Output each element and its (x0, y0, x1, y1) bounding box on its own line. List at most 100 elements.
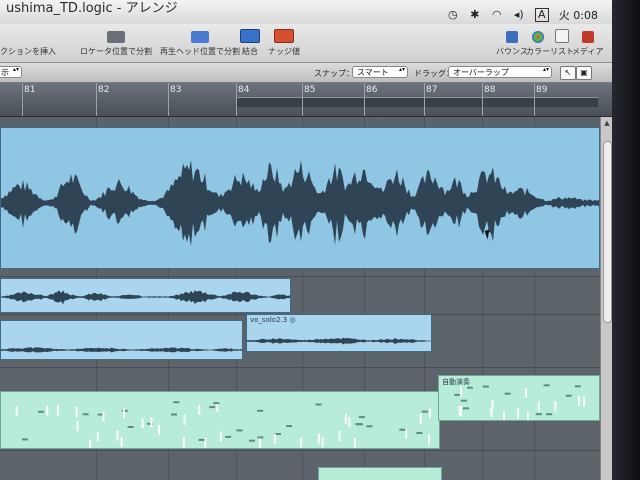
split-at-locator-icon (107, 31, 125, 43)
media-icon (581, 31, 594, 43)
drag-mode-popup[interactable]: オーバーラップ (448, 66, 552, 78)
ruler-tick (236, 83, 237, 116)
volume-icon[interactable]: ◂) (513, 9, 525, 21)
midi-note (286, 425, 293, 428)
midi-region-auto[interactable]: 自動演奏 (438, 375, 600, 421)
midi-note (183, 414, 186, 425)
logic-arrange-window: ushima_TD.logic - アレンジ ◷ ✱ ◠ ◂) A 火 0:08… (0, 0, 612, 480)
split-at-playhead-icon (191, 31, 209, 43)
view-popup[interactable]: 示 (0, 66, 22, 78)
vertical-scrollbar[interactable]: ▲ (600, 117, 612, 480)
arrange-area[interactable]: vo_solo2.3 ◎ 自動演奏 (0, 117, 600, 480)
midi-note (348, 417, 351, 427)
snap-popup[interactable]: スマート (352, 66, 408, 78)
clock-icon[interactable]: ◷ (447, 9, 459, 21)
midi-note (76, 421, 79, 432)
bar-number: 88 (484, 85, 496, 95)
midi-note (209, 406, 216, 409)
waveform (1, 347, 242, 353)
split-at-playhead-button[interactable]: 再生ヘッド位置で分割 (160, 24, 240, 62)
toolbar-label: ナッジ値 (268, 47, 300, 56)
audio-region-main[interactable] (0, 127, 600, 269)
midi-note (317, 433, 320, 444)
midi-note (454, 393, 461, 396)
toolbar: クションを挿入 ロケータ位置で分割 再生ヘッド位置で分割 結合 ナッジ値 バウン… (0, 24, 612, 63)
wifi-icon[interactable]: ◠ (491, 9, 503, 21)
ruler-tick (22, 83, 23, 116)
midi-note (353, 437, 356, 448)
insert-section-button[interactable]: クションを挿入 (0, 24, 56, 62)
midi-note (466, 386, 473, 389)
scroll-up-arrow[interactable]: ▲ (601, 119, 612, 127)
midi-note (274, 434, 276, 444)
midi-note (82, 413, 89, 416)
list-button[interactable]: リスト (550, 24, 574, 62)
midi-note (525, 387, 528, 398)
toolbar-label: リスト (550, 47, 574, 56)
midi-note (458, 406, 461, 417)
input-method-icon[interactable]: A (534, 8, 549, 22)
bluetooth-icon[interactable]: ✱ (469, 9, 481, 21)
join-icon (240, 29, 260, 43)
midi-note (219, 431, 222, 442)
midi-note (554, 401, 557, 412)
midi-note (321, 437, 324, 448)
bounce-button[interactable]: バウンス (496, 24, 528, 62)
midi-note (460, 399, 467, 402)
menu-extras: ◷ ✱ ◠ ◂) A 火 0:08 (447, 7, 598, 23)
bar-ruler[interactable]: 81 82 83 84 85 86 87 88 89 (0, 83, 612, 117)
bounce-icon (505, 31, 518, 43)
split-at-locator-button[interactable]: ロケータ位置で分割 (80, 24, 152, 62)
midi-note (421, 410, 428, 413)
audio-region-vo-solo[interactable]: vo_solo2.3 ◎ (246, 314, 432, 352)
nudge-value-button[interactable]: ナッジ値 (268, 24, 300, 62)
midi-notes (454, 384, 586, 420)
midi-note (22, 438, 28, 441)
midi-note (535, 413, 542, 416)
midi-note (120, 436, 123, 447)
midi-note (102, 411, 105, 422)
midi-note (315, 403, 322, 406)
midi-note (462, 407, 469, 410)
midi-region-3[interactable] (318, 467, 442, 480)
midi-note (198, 438, 205, 441)
ruler-tick (364, 83, 365, 116)
midi-note (15, 406, 18, 417)
midi-note (38, 410, 45, 413)
scroll-thumb[interactable] (603, 141, 612, 323)
track-divider (0, 276, 600, 277)
midi-note (89, 439, 92, 448)
media-button[interactable]: メディア (572, 24, 603, 62)
midi-note (182, 437, 185, 448)
ruler-tick (168, 83, 169, 116)
audio-region-2[interactable] (0, 278, 291, 313)
bar-number: 89 (536, 85, 548, 95)
waveform (247, 337, 431, 345)
midi-note (116, 430, 119, 441)
midi-note (574, 385, 581, 388)
midi-note (213, 402, 220, 405)
midi-region-1[interactable] (0, 391, 440, 449)
toolbar-label: メディア (572, 47, 604, 56)
join-button[interactable]: 結合 (240, 24, 260, 62)
audio-region-3[interactable] (0, 320, 243, 360)
midi-note (338, 430, 341, 441)
midi-note (460, 386, 463, 397)
midi-note (491, 399, 494, 410)
midi-note (583, 396, 586, 407)
bar-number: 84 (238, 85, 250, 95)
toolbar-label: カラー (526, 47, 550, 56)
arrange-options-bar: 示 スナップ： スマート ドラッグ： オーバーラップ ↖ ▣ (0, 63, 612, 83)
secondary-tool-button[interactable]: ▣ (576, 66, 592, 80)
midi-note (46, 405, 49, 416)
clock-time[interactable]: 火 0:08 (559, 7, 598, 23)
cycle-area[interactable] (236, 97, 598, 107)
bar-number: 81 (24, 85, 36, 95)
nudge-icon (274, 29, 294, 43)
color-button[interactable]: カラー (526, 24, 550, 62)
title-bar: ushima_TD.logic - アレンジ ◷ ✱ ◠ ◂) A 火 0:08 (0, 0, 612, 25)
midi-note (248, 439, 255, 442)
midi-note (419, 414, 422, 424)
midi-note (366, 425, 373, 428)
pointer-tool-button[interactable]: ↖ (560, 66, 576, 80)
